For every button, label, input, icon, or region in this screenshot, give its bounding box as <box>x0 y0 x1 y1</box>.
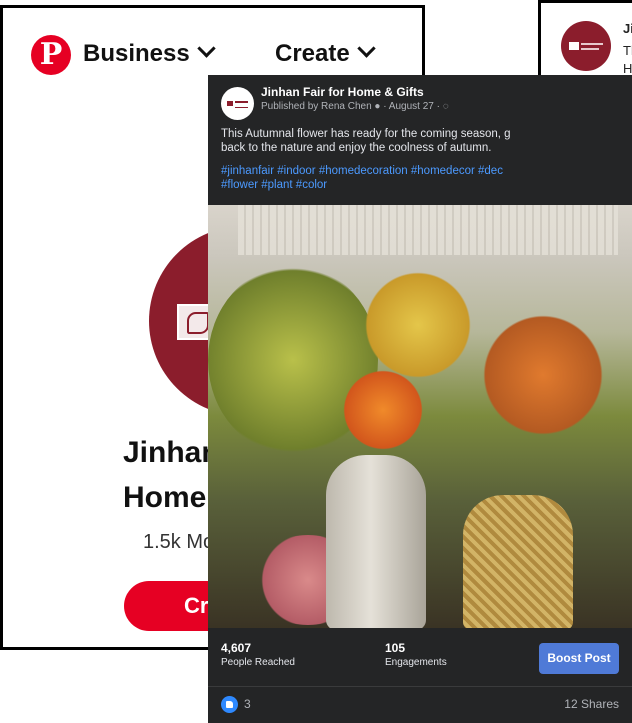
business-menu-label: Business <box>83 40 190 67</box>
post-text-line: H <box>623 61 632 76</box>
hashtag-line[interactable]: #jinhanfair #indoor #homedecoration #hom… <box>221 164 632 178</box>
post-text-line: Th <box>623 43 632 58</box>
orange-flowers <box>468 315 618 435</box>
post-text: This Autumnal flower has ready for the c… <box>221 127 632 155</box>
follower-count: 1.5k Mo <box>143 531 215 553</box>
engagements-value: 105 <box>385 641 406 655</box>
profile-name: Jinhan Home <box>123 436 220 514</box>
post-text-line: back to the nature and enjoy the coolnes… <box>221 142 492 154</box>
post-text-line: This Autumnal flower has ready for the c… <box>221 128 511 140</box>
background-wall <box>238 205 618 255</box>
boost-post-button[interactable]: Boost Post <box>539 643 619 674</box>
gold-vase <box>463 495 573 628</box>
pinterest-logo-icon[interactable]: P <box>31 35 71 75</box>
chevron-down-icon <box>197 39 216 58</box>
post-meta: Published by Rena Chen ● · August 27 · ◌ <box>261 101 449 112</box>
post-hashtags[interactable]: #jinhanfair #indoor #homedecoration #hom… <box>221 164 632 192</box>
page-avatar[interactable] <box>561 21 611 71</box>
page-name[interactable]: Jinhan Fair for Home & Gifts <box>261 85 424 99</box>
reaction-count[interactable]: 3 <box>244 697 251 711</box>
people-reached-label: People Reached <box>221 657 295 668</box>
create-menu-label: Create <box>275 40 350 67</box>
facebook-post-card: Jinhan Fair for Home & Gifts Published b… <box>208 75 632 723</box>
post-insights: 4,607 People Reached 105 Engagements Boo… <box>208 628 632 686</box>
people-reached-value: 4,607 <box>221 641 252 655</box>
page-name[interactable]: Ji <box>623 21 632 36</box>
create-menu[interactable]: Create <box>275 39 376 68</box>
post-photo[interactable] <box>208 205 632 628</box>
engagements-label: Engagements <box>385 657 447 668</box>
white-vase <box>326 455 426 628</box>
hashtag-line[interactable]: #flower #plant #color <box>221 178 632 192</box>
business-menu[interactable]: Business <box>83 39 216 68</box>
gerbera-flower <box>338 365 428 455</box>
divider <box>208 686 632 687</box>
page-avatar[interactable] <box>221 87 254 120</box>
chevron-down-icon <box>357 39 376 58</box>
like-reaction-icon[interactable] <box>221 696 238 713</box>
share-count[interactable]: 12 Shares <box>564 697 619 711</box>
